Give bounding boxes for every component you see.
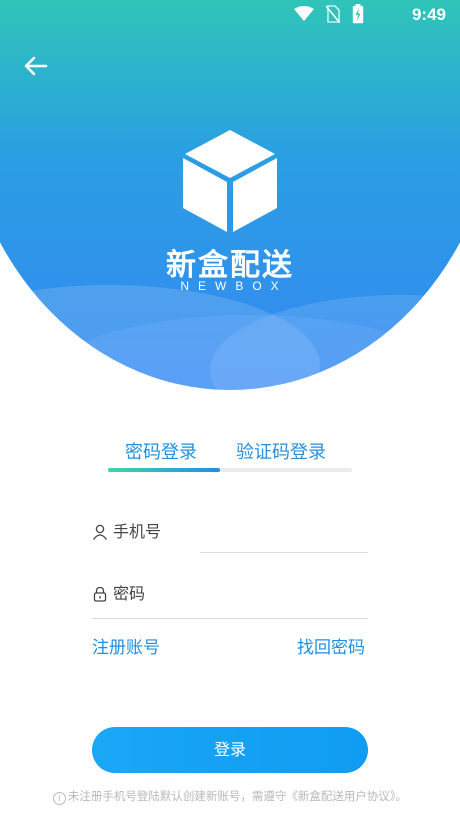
- info-icon: i: [52, 792, 66, 805]
- wifi-icon: [294, 6, 314, 26]
- login-button[interactable]: 登录: [92, 727, 368, 773]
- tab-active-indicator: [108, 468, 220, 472]
- tab-code-login[interactable]: 验证码登录: [236, 438, 326, 464]
- brand-title: 新盒配送: [166, 248, 294, 283]
- login-screen: 9:49 新盒配送 NEWBOX 密码登录 验证码登录 手机号 注册账号 找回密…: [0, 0, 460, 818]
- arrow-left-icon: [22, 56, 50, 82]
- phone-input[interactable]: [113, 516, 363, 546]
- box-icon: [182, 128, 278, 234]
- phone-field: [92, 514, 368, 554]
- agreement-notice: i 未注册手机号登陆默认创建新账号，需遵守《新盒配送用户协议》。: [0, 788, 460, 805]
- password-underline: [92, 618, 368, 619]
- password-field: [92, 576, 368, 619]
- user-icon: [92, 524, 108, 540]
- status-bar: 9:49: [0, 0, 460, 32]
- lock-icon: [92, 586, 108, 602]
- login-tabs: 密码登录 验证码登录: [108, 438, 352, 474]
- no-sim-icon: [325, 5, 341, 27]
- battery-charging-icon: [352, 4, 364, 28]
- forgot-password-link[interactable]: 找回密码: [297, 633, 365, 658]
- back-button[interactable]: [22, 54, 50, 78]
- phone-underline: [200, 552, 368, 553]
- register-link[interactable]: 注册账号: [92, 633, 160, 658]
- tab-password-login[interactable]: 密码登录: [125, 438, 197, 464]
- password-input[interactable]: [113, 578, 363, 608]
- brand-subtitle: NEWBOX: [180, 279, 288, 293]
- agreement-text: 未注册手机号登陆默认创建新账号，需遵守《新盒配送用户协议》。: [67, 789, 408, 803]
- status-time: 9:49: [411, 5, 446, 24]
- status-icons: [294, 4, 364, 28]
